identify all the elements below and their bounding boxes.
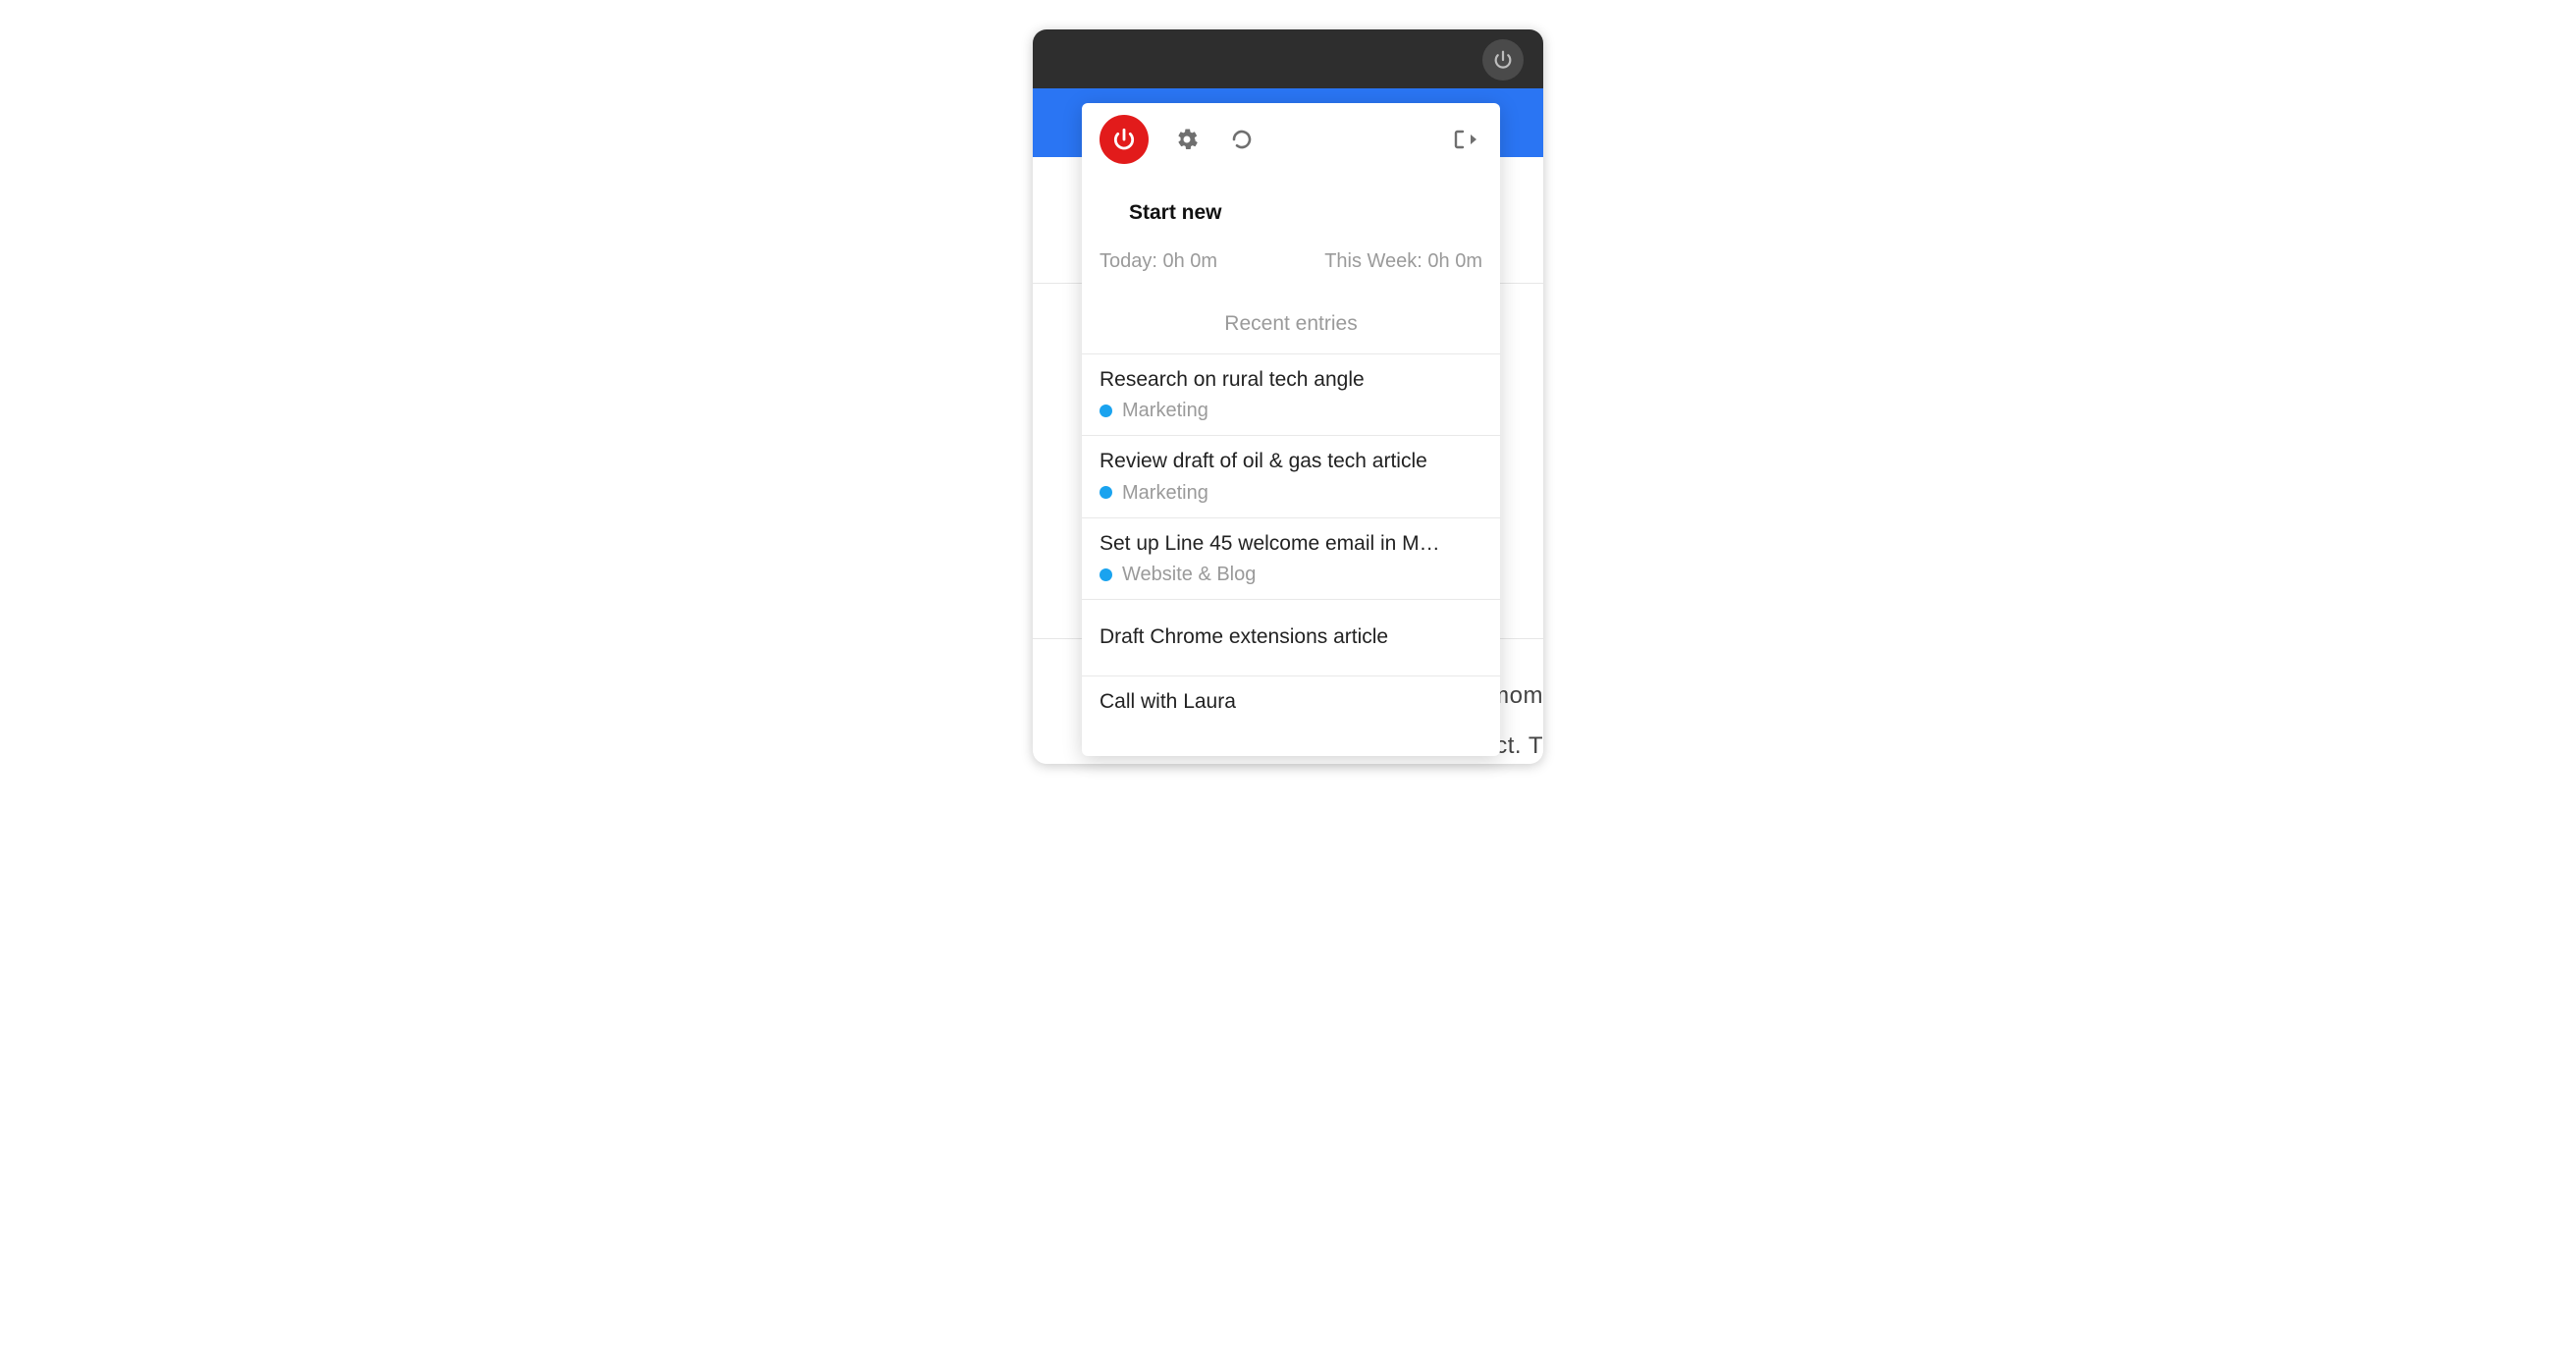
extension-toolbar-button[interactable] xyxy=(1482,39,1524,81)
popup-toolbar xyxy=(1082,103,1500,172)
entry-project-name: Marketing xyxy=(1122,398,1208,423)
stats-today: Today: 0h 0m xyxy=(1100,250,1217,273)
recent-entry[interactable]: Draft Chrome extensions article xyxy=(1082,600,1500,676)
project-dot-icon xyxy=(1100,486,1112,499)
logout-button[interactable] xyxy=(1449,123,1482,156)
entry-project-name: Website & Blog xyxy=(1122,562,1256,587)
start-timer-button[interactable] xyxy=(1100,115,1149,164)
start-new-button[interactable]: Start new xyxy=(1082,172,1500,229)
project-dot-icon xyxy=(1100,568,1112,581)
background-text-fragment: ct. T xyxy=(1495,732,1543,760)
recent-entry[interactable]: Set up Line 45 welcome email in M… Websit… xyxy=(1082,518,1500,600)
stats-row: Today: 0h 0m This Week: 0h 0m xyxy=(1082,229,1500,300)
recent-entry[interactable]: Review draft of oil & gas tech article Ma… xyxy=(1082,436,1500,517)
gear-icon xyxy=(1175,128,1199,151)
refresh-icon xyxy=(1230,128,1254,151)
power-icon xyxy=(1492,49,1514,71)
stats-week: This Week: 0h 0m xyxy=(1324,250,1482,273)
entry-title: Draft Chrome extensions article xyxy=(1100,623,1482,651)
extension-popup: Start new Today: 0h 0m This Week: 0h 0m … xyxy=(1082,103,1500,756)
browser-titlebar xyxy=(1033,29,1543,88)
refresh-button[interactable] xyxy=(1225,123,1259,156)
logout-icon xyxy=(1452,128,1479,151)
recent-entry[interactable]: Call with Laura xyxy=(1082,676,1500,716)
start-new-label: Start new xyxy=(1129,201,1222,224)
entry-project: Marketing xyxy=(1100,480,1482,506)
entry-title: Review draft of oil & gas tech article xyxy=(1100,448,1482,475)
entry-title: Set up Line 45 welcome email in M… xyxy=(1100,530,1482,558)
settings-button[interactable] xyxy=(1170,123,1204,156)
entry-title: Research on rural tech angle xyxy=(1100,366,1482,394)
project-dot-icon xyxy=(1100,405,1112,417)
recent-entry[interactable]: Research on rural tech angle Marketing xyxy=(1082,354,1500,436)
entry-project-name: Marketing xyxy=(1122,480,1208,506)
entry-project: Marketing xyxy=(1100,398,1482,423)
entry-title: Call with Laura xyxy=(1100,688,1482,716)
recent-entries-list: Research on rural tech angleMarketingRev… xyxy=(1082,354,1500,716)
power-icon xyxy=(1111,127,1137,152)
entry-project: Website & Blog xyxy=(1100,562,1482,587)
recent-entries-header: Recent entries xyxy=(1082,300,1500,354)
